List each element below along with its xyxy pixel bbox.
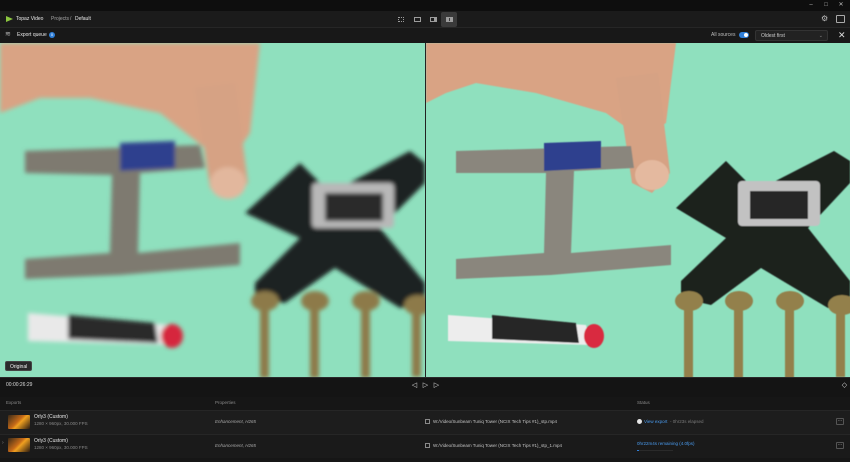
- window-titlebar: [0, 0, 850, 11]
- properties-column-header: Properties: [215, 400, 236, 405]
- row-more-button[interactable]: ···: [836, 418, 844, 425]
- file-icon: [425, 443, 430, 448]
- breadcrumb-projects[interactable]: Projects: [51, 16, 69, 22]
- enhanced-frame-image: [426, 43, 850, 377]
- export-progress-track: [637, 450, 673, 451]
- play-icon[interactable]: ▷: [421, 380, 430, 391]
- export-path[interactable]: W:/Video/Sunbeam Tuniq Tower (NCIX Tech …: [433, 419, 557, 424]
- sort-order-value: Oldest first: [761, 33, 785, 39]
- split-view-button[interactable]: [425, 12, 441, 27]
- app-name: Topaz Video: [16, 16, 44, 22]
- export-subtitle: 1280 × 960px, 30.000 FPS: [34, 421, 88, 426]
- status-column-header: Status: [637, 400, 650, 405]
- original-frame-image: [0, 43, 425, 377]
- breadcrumb-current[interactable]: Default: [75, 16, 91, 22]
- export-complete-icon: [637, 419, 642, 424]
- settings-gear-icon[interactable]: ⚙: [821, 15, 829, 23]
- all-sources-toggle[interactable]: [739, 32, 749, 38]
- exports-column-header: Exports: [6, 400, 22, 405]
- close-window-button[interactable]: ✕: [836, 1, 846, 10]
- timecode: 00:00:26:29: [6, 382, 33, 388]
- export-path[interactable]: W:/Video/Sunbeam Tuniq Tower (NCIX Tech …: [433, 443, 562, 448]
- export-subtitle: 1280 × 960px, 30.000 FPS: [34, 445, 88, 450]
- split-view-icon: [429, 17, 437, 22]
- export-thumbnail: [8, 415, 30, 429]
- panel-toggle-icon[interactable]: [836, 15, 845, 23]
- sort-order-select[interactable]: Oldest first ⌄: [755, 30, 828, 41]
- export-thumbnail: [8, 438, 30, 452]
- file-icon: [425, 419, 430, 424]
- export-queue-count-badge: 0: [49, 32, 55, 38]
- original-label: Original: [5, 361, 33, 371]
- minimize-button[interactable]: –: [806, 1, 816, 10]
- breadcrumb-separator: /: [70, 16, 72, 22]
- all-sources-label: All sources: [711, 32, 736, 38]
- remaining-time: 0hr22m4s remaining (4.0fps): [637, 441, 695, 446]
- expand-timeline-icon[interactable]: ◇: [840, 380, 849, 391]
- original-preview-pane[interactable]: [0, 43, 425, 377]
- export-title: Orly3 (Custom): [34, 438, 68, 444]
- enhanced-preview-pane[interactable]: [426, 43, 850, 377]
- export-title: Orly3 (Custom): [34, 414, 68, 420]
- full-view-button[interactable]: [409, 12, 425, 27]
- full-view-icon: [413, 17, 421, 22]
- row-more-button[interactable]: ···: [836, 442, 844, 449]
- single-view-icon: [398, 17, 404, 22]
- expand-row-icon[interactable]: ›: [2, 440, 4, 446]
- export-progress-bar: [637, 450, 639, 451]
- chevron-down-icon: ⌄: [818, 33, 823, 39]
- layers-icon: ≋: [5, 31, 11, 38]
- export-queue-label[interactable]: Export queue: [17, 32, 47, 38]
- maximize-button[interactable]: □: [821, 1, 831, 10]
- close-queue-icon[interactable]: ✕: [838, 30, 846, 40]
- view-export-link[interactable]: View export: [644, 419, 667, 424]
- previous-frame-icon[interactable]: ◁: [410, 380, 419, 391]
- side-by-side-icon: [445, 17, 453, 22]
- single-view-button[interactable]: [393, 12, 409, 27]
- export-properties: Enhancement, H265: [215, 443, 257, 448]
- next-frame-icon[interactable]: ▷: [432, 380, 441, 391]
- elapsed-time: - 0hr23s elapsed: [670, 419, 704, 424]
- export-properties: Enhancement, H265: [215, 419, 257, 424]
- side-by-side-view-button[interactable]: [441, 12, 457, 27]
